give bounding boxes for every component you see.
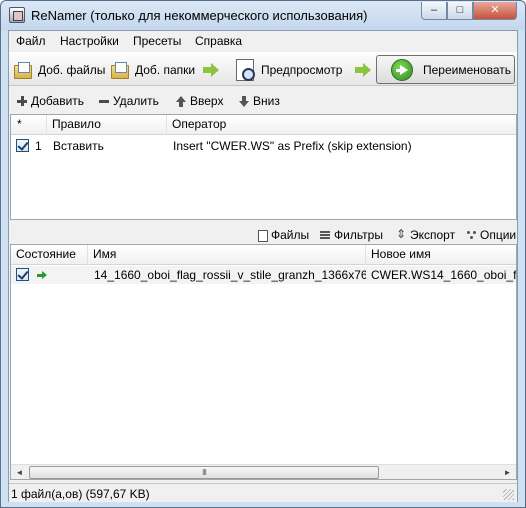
menu-bar: Файл Настройки Пресеты Справка [9,31,517,51]
app-icon [9,7,25,23]
menu-help[interactable]: Справка [195,34,242,48]
file-checkbox[interactable] [16,268,29,281]
rule-operator: Insert "CWER.WS" as Prefix (skip extensi… [173,139,412,153]
title-bar[interactable]: ReNamer (только для некоммерческого испо… [1,1,525,30]
app-window: ReNamer (только для некоммерческого испо… [0,0,526,508]
arrow-right-icon [355,63,371,77]
plus-icon [17,96,27,106]
resize-grip-icon[interactable] [503,489,514,500]
close-button[interactable]: ✕ [473,2,517,20]
column-header-name[interactable]: Имя [88,245,366,265]
rule-index: 1 [35,139,42,153]
rename-button[interactable]: Переименовать [376,55,515,84]
filters-button[interactable]: Фильтры [320,228,383,242]
move-down-label: Вниз [253,94,280,108]
add-files-label: Доб. файлы [38,63,106,77]
column-header-rule[interactable]: Правило [47,115,167,135]
preview-label: Предпросмотр [261,63,343,77]
options-icon [466,230,476,240]
add-rule-label: Добавить [31,94,85,108]
arrow-right-icon [203,63,219,77]
rename-label: Переименовать [423,62,511,77]
add-files-button[interactable]: Доб. файлы [13,53,105,87]
scroll-left-button[interactable]: ◄ [11,465,28,480]
add-folders-button[interactable]: Доб. папки [110,53,195,87]
table-row[interactable]: 1 Вставить Insert "CWER.WS" as Prefix (s… [11,137,516,155]
files-menu-label: Файлы [271,228,310,242]
scroll-thumb[interactable]: III [29,466,379,479]
files-menu-button[interactable]: Файлы [257,228,309,242]
preview-button[interactable]: Предпросмотр [234,53,342,87]
options-label: Опции [480,228,517,242]
files-toolbar: Файлы Фильтры Экспорт Опции [9,225,517,245]
rules-toolbar: Добавить Удалить Вверх Вниз [9,91,517,113]
window-title: ReNamer (только для некоммерческого испо… [31,8,368,23]
file-name: 14_1660_oboi_flag_rossii_v_stile_granzh_… [94,268,366,282]
move-up-button[interactable]: Вверх [176,94,223,108]
menu-presets[interactable]: Пресеты [133,34,181,48]
maximize-button[interactable]: □ [447,2,473,20]
arrow-up-icon [176,95,186,107]
column-header-marker[interactable]: * [11,115,47,135]
add-rule-button[interactable]: Добавить [17,94,84,108]
add-folders-label: Доб. папки [135,63,196,77]
files-icon [257,230,268,242]
go-icon [391,58,413,81]
client-area: Файл Настройки Пресеты Справка Доб. файл… [8,30,518,502]
files-table[interactable]: Состояние Имя Новое имя 14_1660_oboi_fla… [10,244,517,480]
rules-table-header: * Правило Оператор [11,115,516,135]
files-table-header: Состояние Имя Новое имя [11,245,516,265]
status-bar: 1 файл(а,ов) (597,67 KB) [9,483,517,502]
file-new-name: CWER.WS14_1660_oboi_flag_ [371,268,516,282]
rule-checkbox[interactable] [16,139,29,152]
export-label: Экспорт [410,228,456,242]
minus-icon [99,96,109,106]
rules-table[interactable]: * Правило Оператор 1 Вставить Insert "CW… [10,114,517,220]
export-button[interactable]: Экспорт [396,227,456,242]
move-down-button[interactable]: Вниз [239,94,280,108]
preview-icon [234,58,256,82]
column-header-operator[interactable]: Оператор [167,115,516,135]
status-text: 1 файл(а,ов) (597,67 KB) [11,487,150,501]
minimize-button[interactable]: – [421,2,447,20]
filters-label: Фильтры [334,228,383,242]
horizontal-scrollbar[interactable]: ◄ III ► [11,464,516,479]
table-row[interactable]: 14_1660_oboi_flag_rossii_v_stile_granzh_… [11,266,516,284]
remove-rule-button[interactable]: Удалить [99,94,159,108]
add-folder-icon [110,61,130,79]
scroll-right-button[interactable]: ► [499,465,516,480]
filter-icon [320,230,330,240]
move-up-label: Вверх [190,94,224,108]
rule-name: Вставить [53,139,104,153]
arrow-separator-2 [355,53,371,87]
arrow-separator-1 [203,53,219,87]
menu-file[interactable]: Файл [16,34,46,48]
main-toolbar: Доб. файлы Доб. папки Предпросмотр Переи… [9,52,517,86]
remove-rule-label: Удалить [113,94,159,108]
arrow-down-icon [239,95,249,107]
menu-settings[interactable]: Настройки [60,34,119,48]
column-header-status[interactable]: Состояние [11,245,88,265]
status-arrow-icon [37,271,47,279]
column-header-new-name[interactable]: Новое имя [366,245,516,265]
export-icon [396,227,406,241]
add-files-icon [13,61,33,79]
options-button[interactable]: Опции [466,228,516,242]
